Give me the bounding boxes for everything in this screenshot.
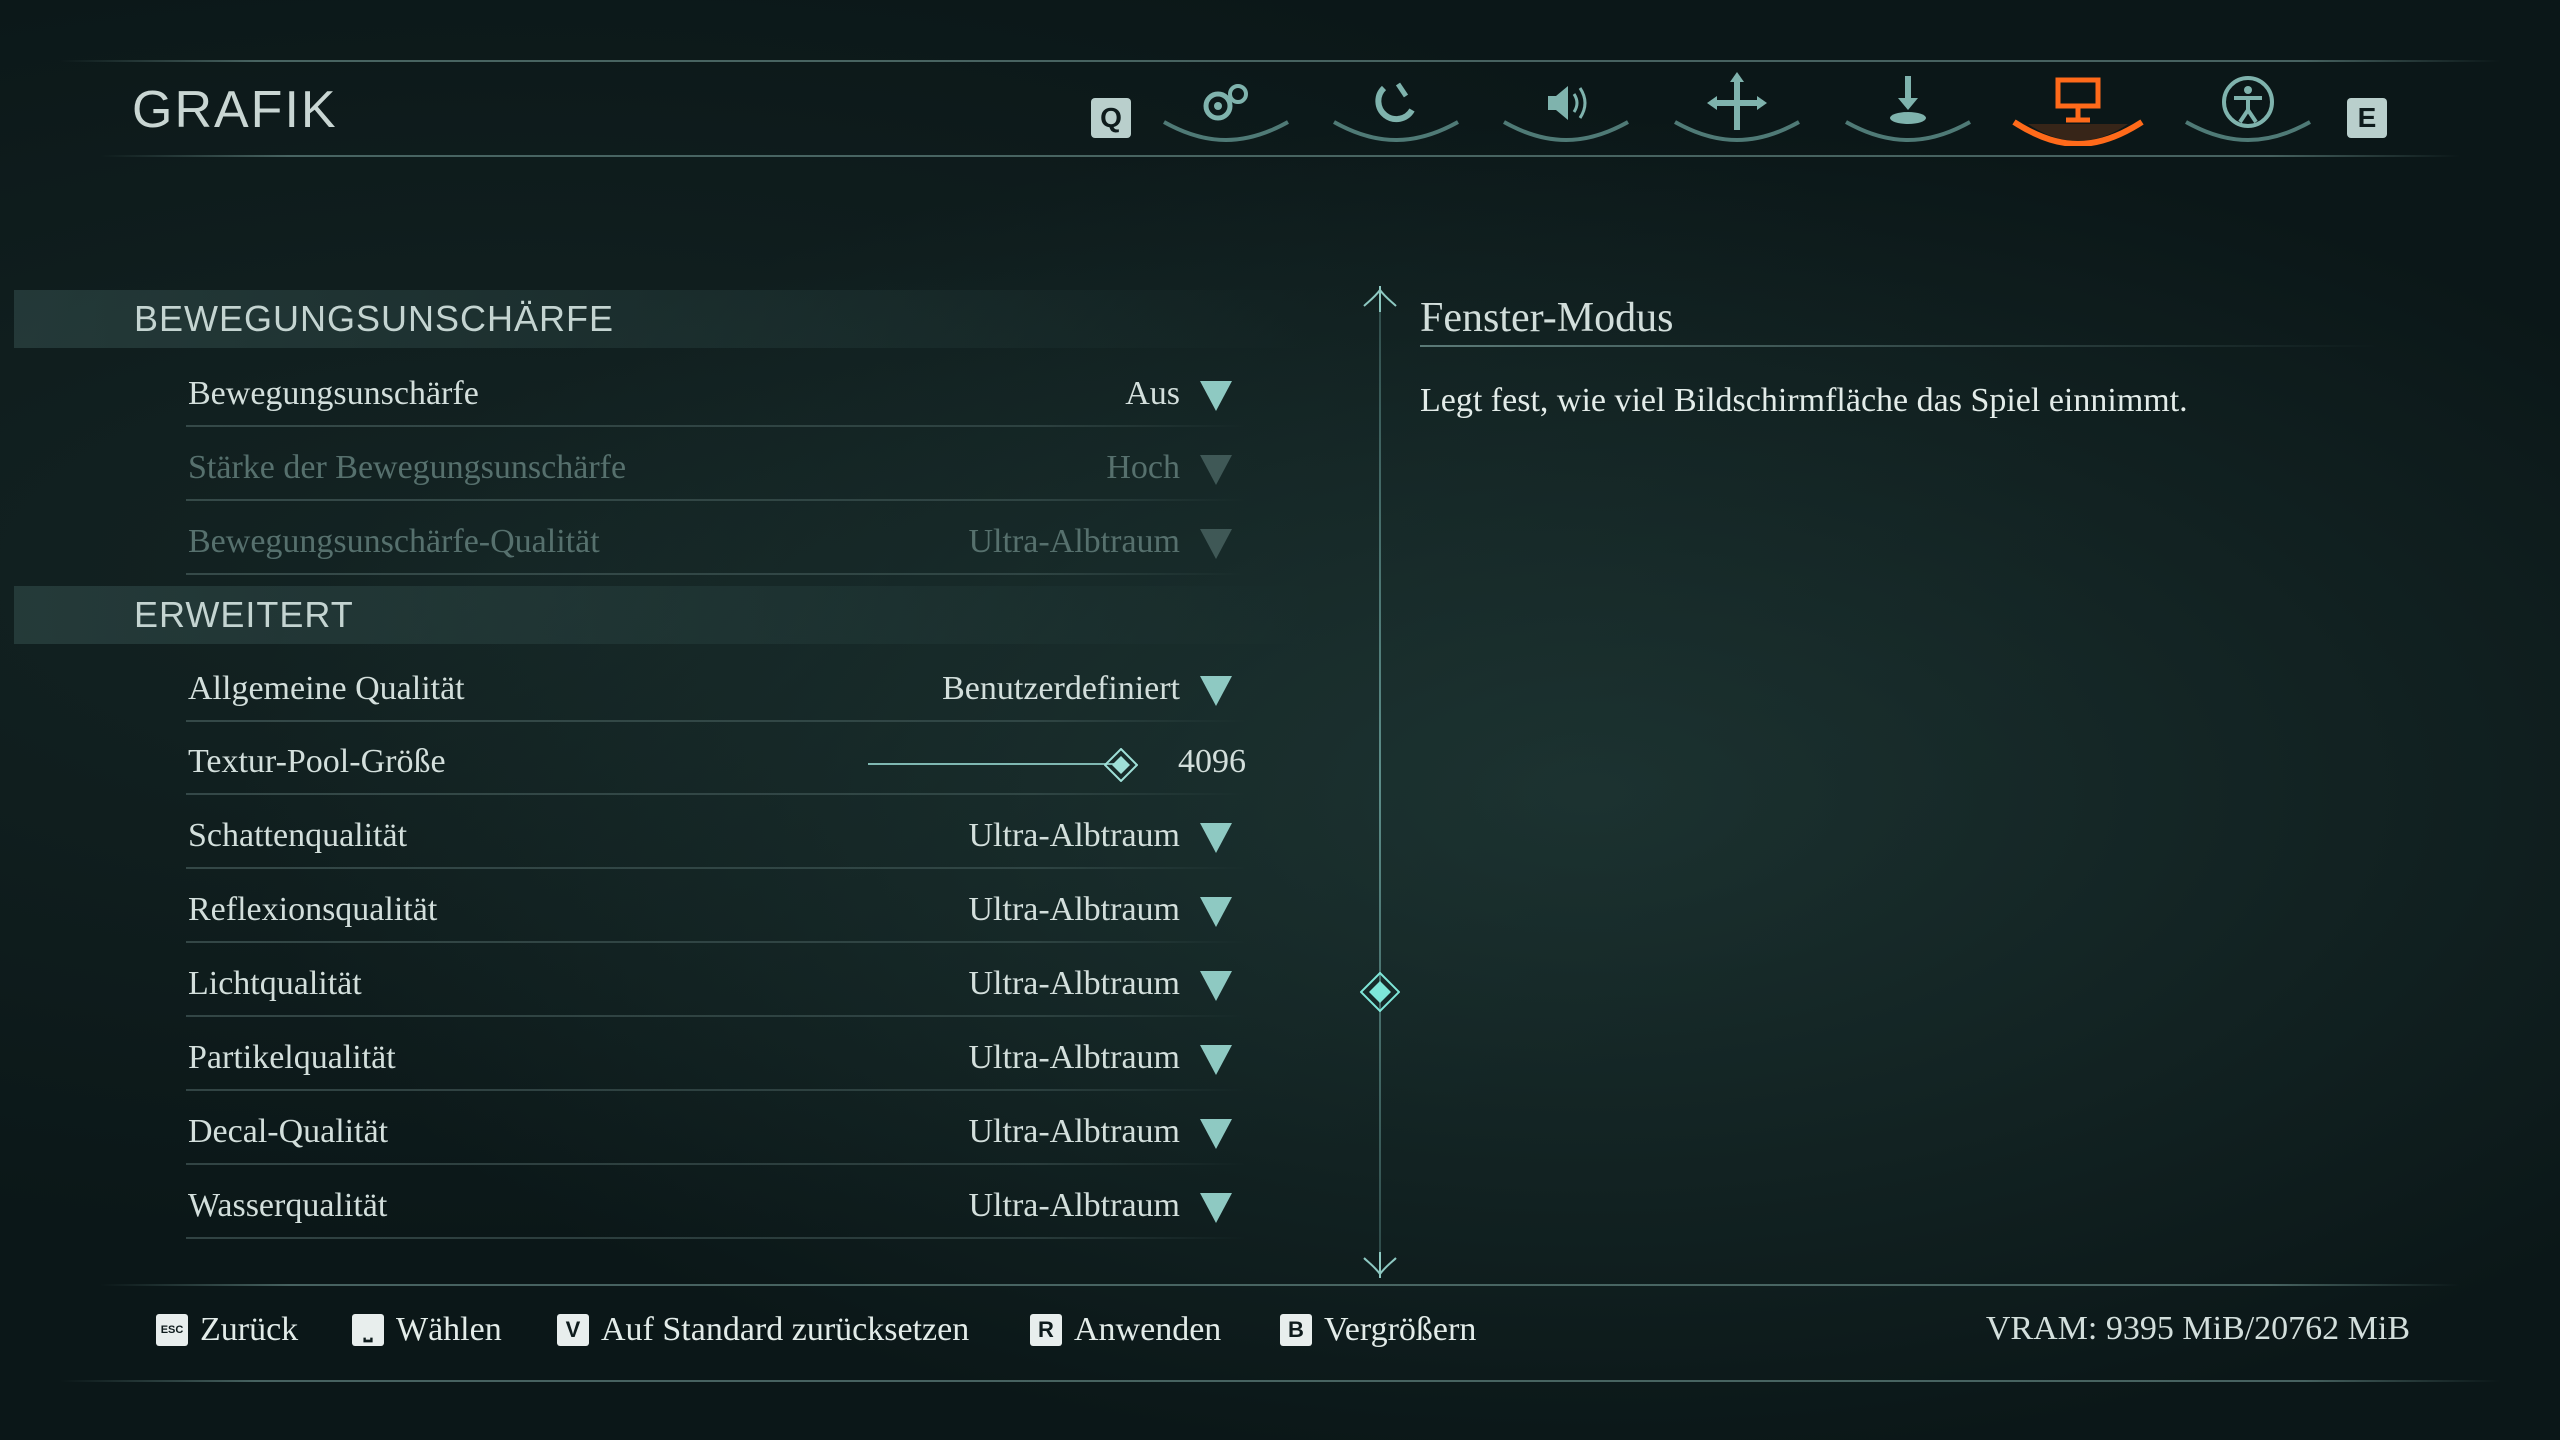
description-underline xyxy=(1420,345,2380,347)
setting-row-overall-quality[interactable]: Allgemeine Qualität Benutzerdefiniert xyxy=(186,660,1246,722)
dropdown-arrow-icon[interactable] xyxy=(1198,893,1234,929)
tab-move-cross[interactable] xyxy=(1667,66,1807,146)
setting-label: Schattenqualität xyxy=(188,817,408,854)
footer-label: Auf Standard zurücksetzen xyxy=(601,1311,970,1348)
header-underline xyxy=(100,155,2460,157)
bottom-frame-line xyxy=(60,1380,2500,1382)
setting-label: Reflexionsqualität xyxy=(188,891,438,928)
setting-row-reflection-quality[interactable]: Reflexionsqualität Ultra-Albtraum xyxy=(186,881,1246,943)
setting-label: Lichtqualität xyxy=(188,965,362,1002)
section-title-motion-blur: BEWEGUNGSUNSCHÄRFE xyxy=(134,298,615,339)
accessibility-icon xyxy=(2185,76,2311,143)
setting-value: Benutzerdefiniert xyxy=(942,670,1180,707)
setting-label: Bewegungsunschärfe-Qualität xyxy=(188,523,600,560)
description-text: Legt fest, wie viel Bildschirmfläche das… xyxy=(1420,382,2188,419)
vram-readout: VRAM: 9395 MiB/20762 MiB xyxy=(1985,1310,2410,1347)
page-title: GRAFIK xyxy=(132,81,338,139)
dropdown-arrow-icon[interactable] xyxy=(1198,672,1234,708)
gears-icon xyxy=(1163,84,1289,143)
controller-icon xyxy=(1333,82,1459,143)
dropdown-arrow-icon[interactable] xyxy=(1198,1115,1234,1151)
b-key-icon: B xyxy=(1280,1314,1312,1346)
setting-value: Ultra-Albtraum xyxy=(968,1039,1181,1076)
footer-label: Anwenden xyxy=(1074,1311,1222,1348)
footer-label: Zurück xyxy=(200,1311,299,1348)
setting-row-decal-quality[interactable]: Decal-Qualität Ultra-Albtraum xyxy=(186,1103,1246,1165)
dropdown-arrow-icon[interactable] xyxy=(1198,377,1234,413)
v-key-icon: V xyxy=(557,1314,589,1346)
footer-topline xyxy=(100,1284,2460,1286)
setting-value: Ultra-Albtraum xyxy=(968,891,1181,928)
setting-value: Ultra-Albtraum xyxy=(968,1187,1181,1224)
monitor-icon xyxy=(2012,77,2144,146)
setting-value: Ultra-Albtraum xyxy=(968,965,1181,1002)
dropdown-arrow-icon xyxy=(1200,529,1232,559)
speaker-icon xyxy=(1503,86,1629,143)
slider-value: 4096 xyxy=(1178,743,1246,780)
footer-label: Wählen xyxy=(396,1311,502,1348)
setting-value: Aus xyxy=(1125,375,1180,412)
setting-value: Ultra-Albtraum xyxy=(968,817,1181,854)
tab-speaker[interactable] xyxy=(1496,66,1636,146)
tab-download[interactable] xyxy=(1838,66,1978,146)
scroll-thumb-icon[interactable] xyxy=(1360,972,1400,1012)
scroll-down-icon[interactable] xyxy=(1362,1250,1398,1280)
setting-row-shadow-quality[interactable]: Schattenqualität Ultra-Albtraum xyxy=(186,807,1246,869)
footer-reset-default[interactable]: V Auf Standard zurücksetzen xyxy=(557,1308,969,1352)
setting-value: Hoch xyxy=(1106,449,1180,486)
space-key-icon: ⎵ xyxy=(352,1314,384,1346)
dropdown-arrow-icon[interactable] xyxy=(1198,1189,1234,1225)
setting-label: Bewegungsunschärfe xyxy=(188,375,479,412)
setting-row-light-quality[interactable]: Lichtqualität Ultra-Albtraum xyxy=(186,955,1246,1017)
move-cross-icon xyxy=(1674,72,1800,143)
tab-accessibility[interactable] xyxy=(2178,66,2318,146)
tab-monitor[interactable] xyxy=(2008,66,2148,146)
setting-row-water-quality[interactable]: Wasserqualität Ultra-Albtraum xyxy=(186,1177,1246,1239)
esc-key-icon: ESC xyxy=(156,1314,188,1346)
prev-tab-key[interactable]: Q xyxy=(1091,98,1131,138)
slider-knob-icon[interactable] xyxy=(1104,748,1138,782)
tab-controller[interactable] xyxy=(1326,66,1466,146)
dropdown-arrow-icon[interactable] xyxy=(1198,819,1234,855)
tab-gears[interactable] xyxy=(1156,66,1296,146)
setting-label: Textur-Pool-Größe xyxy=(188,743,446,780)
download-icon xyxy=(1845,76,1971,143)
footer-back[interactable]: ESC Zurück xyxy=(156,1308,298,1352)
description-title: Fenster-Modus xyxy=(1420,295,1674,341)
slider-track[interactable] xyxy=(868,763,1118,765)
setting-label: Decal-Qualität xyxy=(188,1113,389,1150)
setting-label: Partikelqualität xyxy=(188,1039,396,1076)
scrollbar-track[interactable] xyxy=(1379,300,1381,1252)
footer-label: Vergrößern xyxy=(1324,1311,1477,1348)
setting-row-particle-quality[interactable]: Partikelqualität Ultra-Albtraum xyxy=(186,1029,1246,1091)
top-frame-line xyxy=(60,60,2500,62)
footer-select[interactable]: ⎵ Wählen xyxy=(352,1308,502,1352)
dropdown-arrow-icon xyxy=(1200,455,1232,485)
setting-row-motion-blur-quality: Bewegungsunschärfe-Qualität Ultra-Albtra… xyxy=(186,513,1246,575)
next-tab-key[interactable]: E xyxy=(2347,98,2387,138)
setting-value: Ultra-Albtraum xyxy=(968,1113,1181,1150)
setting-row-texture-pool-size[interactable]: Textur-Pool-Größe 4096 xyxy=(186,733,1246,795)
r-key-icon: R xyxy=(1030,1314,1062,1346)
setting-value: Ultra-Albtraum xyxy=(968,523,1181,560)
setting-label: Wasserqualität xyxy=(188,1187,388,1224)
dropdown-arrow-icon[interactable] xyxy=(1198,1041,1234,1077)
setting-row-motion-blur[interactable]: Bewegungsunschärfe Aus xyxy=(186,365,1246,427)
setting-label: Stärke der Bewegungsunschärfe xyxy=(188,449,627,486)
setting-row-motion-blur-strength: Stärke der Bewegungsunschärfe Hoch xyxy=(186,439,1246,501)
setting-label: Allgemeine Qualität xyxy=(188,670,465,707)
dropdown-arrow-icon[interactable] xyxy=(1198,967,1234,1003)
footer-zoom[interactable]: B Vergrößern xyxy=(1280,1308,1476,1352)
footer-apply[interactable]: R Anwenden xyxy=(1030,1308,1221,1352)
section-title-advanced: ERWEITERT xyxy=(134,594,354,635)
